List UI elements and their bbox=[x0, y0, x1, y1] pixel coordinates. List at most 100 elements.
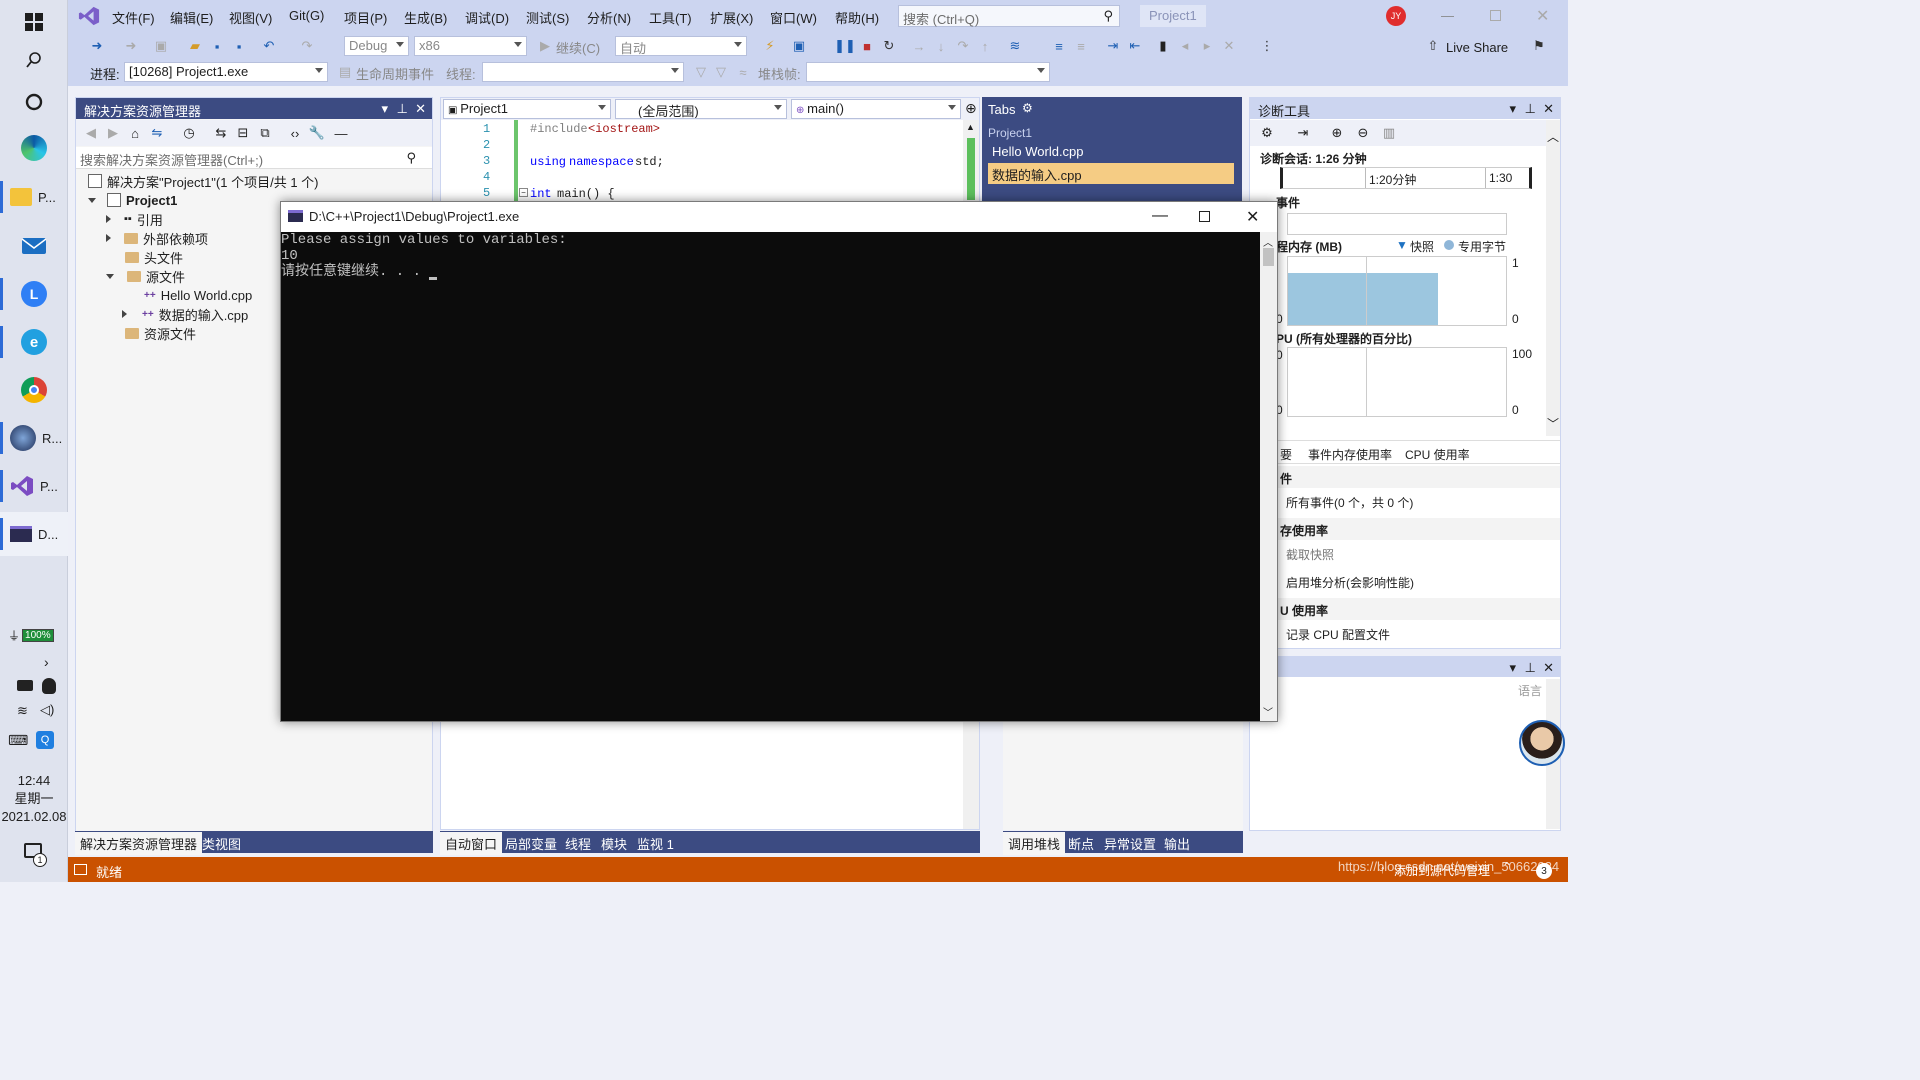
stack-frame-select[interactable] bbox=[806, 62, 1050, 82]
home-icon[interactable]: ⌂ bbox=[126, 124, 144, 142]
menu-tools[interactable]: 工具(T) bbox=[649, 8, 692, 27]
menu-view[interactable]: 视图(V) bbox=[229, 8, 272, 27]
redo-icon[interactable]: ↷ bbox=[298, 37, 316, 55]
step-out-icon[interactable]: ↑ bbox=[976, 37, 994, 55]
pin-icon[interactable]: ⊥ bbox=[397, 101, 408, 117]
tree-references[interactable]: ▪▪ 引用 bbox=[106, 210, 163, 228]
console-scrollbar[interactable]: ︿ ﹀ bbox=[1260, 232, 1277, 721]
tab-entry-hello-world[interactable]: Hello World.cpp bbox=[992, 144, 1084, 159]
menu-test[interactable]: 测试(S) bbox=[526, 8, 569, 27]
tab-watch-1[interactable]: 监视 1 bbox=[632, 832, 679, 855]
menu-analyze[interactable]: 分析(N) bbox=[587, 8, 631, 27]
tab-breakpoints[interactable]: 断点 bbox=[1063, 832, 1099, 855]
expand-arrow-icon[interactable] bbox=[122, 310, 127, 318]
threads-icon[interactable]: ≋ bbox=[1006, 37, 1024, 55]
settings-icon[interactable]: ⚙ bbox=[1022, 101, 1033, 115]
back-icon[interactable]: ➜ bbox=[88, 37, 106, 55]
timeline-ruler[interactable]: 1:20分钟 1:30 bbox=[1280, 167, 1532, 189]
volume-icon[interactable]: ◁) bbox=[40, 702, 54, 718]
new-item-icon[interactable]: ▣ bbox=[152, 37, 170, 55]
editor-scrollbar[interactable]: ▲ bbox=[963, 120, 979, 202]
flag-icon[interactable]: ≈ bbox=[734, 63, 752, 81]
chevron-right-icon[interactable]: › bbox=[44, 654, 49, 670]
next-bookmark-icon[interactable]: ▸ bbox=[1198, 37, 1216, 55]
tab-autos[interactable]: 自动窗口 bbox=[440, 832, 503, 855]
fold-toggle-icon[interactable]: − bbox=[519, 188, 528, 197]
play-icon[interactable]: ▶ bbox=[536, 37, 554, 55]
show-all-files-icon[interactable]: ⧉ bbox=[256, 124, 274, 142]
lark-icon[interactable]: L bbox=[0, 272, 68, 316]
take-snapshot-button[interactable]: 截取快照 bbox=[1286, 546, 1334, 563]
edge-icon[interactable] bbox=[0, 126, 68, 170]
step-over-icon[interactable]: ↷ bbox=[954, 37, 972, 55]
tree-project[interactable]: Project1 bbox=[88, 191, 177, 209]
tree-external-deps[interactable]: 外部依赖项 bbox=[106, 229, 208, 247]
qq-browser-icon[interactable]: Q bbox=[36, 731, 54, 749]
menu-window[interactable]: 窗口(W) bbox=[770, 8, 817, 27]
autos-scrollbar[interactable] bbox=[963, 721, 979, 829]
back-icon[interactable]: ◀ bbox=[82, 124, 100, 142]
chart-icon[interactable]: ▥ bbox=[1380, 124, 1398, 142]
tree-file-data-input[interactable]: ++ 数据的输入.cpp bbox=[122, 305, 248, 323]
maximize-icon[interactable] bbox=[1199, 211, 1210, 222]
live-share-button[interactable]: Live Share bbox=[1446, 40, 1508, 55]
settings-icon[interactable]: ⚙ bbox=[1258, 124, 1276, 142]
uncomment-icon[interactable]: ≡ bbox=[1072, 37, 1090, 55]
solution-search-input[interactable]: 搜索解决方案资源管理器(Ctrl+;) ⚲ bbox=[76, 147, 432, 169]
continue-button[interactable]: 继续(C) bbox=[556, 38, 600, 57]
tree-resources[interactable]: 资源文件 bbox=[125, 324, 196, 342]
close-icon[interactable]: ✕ bbox=[1246, 207, 1259, 227]
tree-headers[interactable]: 头文件 bbox=[125, 248, 183, 266]
taskbar-app-visual-studio[interactable]: P... bbox=[0, 464, 68, 508]
taskbar-app-r[interactable]: R... bbox=[0, 416, 68, 460]
feedback-icon[interactable]: ⚑ bbox=[1530, 37, 1548, 55]
record-cpu-profile-button[interactable]: 记录 CPU 配置文件 bbox=[1286, 626, 1390, 643]
collapse-arrow-icon[interactable] bbox=[88, 197, 96, 203]
show-next-statement-icon[interactable]: → bbox=[910, 37, 928, 55]
project-combo[interactable]: ▣ Project1 bbox=[443, 99, 611, 119]
comment-icon[interactable]: ≡ bbox=[1050, 37, 1068, 55]
all-events-link[interactable]: 所有事件(0 个，共 0 个) bbox=[1286, 494, 1413, 511]
dropdown-icon[interactable]: ▾ bbox=[381, 101, 388, 117]
notifications-badge[interactable]: 3 bbox=[1536, 863, 1552, 879]
menu-project[interactable]: 项目(P) bbox=[344, 8, 387, 27]
close-icon[interactable]: ✕ bbox=[415, 101, 426, 117]
tab-solution-explorer[interactable]: 解决方案资源管理器 bbox=[75, 832, 203, 855]
tab-call-stack[interactable]: 调用堆栈 bbox=[1003, 832, 1066, 855]
dropdown-icon[interactable]: ▾ bbox=[1509, 101, 1516, 117]
save-all-icon[interactable]: ▪ bbox=[230, 37, 248, 55]
scroll-down-icon[interactable]: ﹀ bbox=[1263, 704, 1273, 719]
filter-clear-icon[interactable]: ▽ bbox=[712, 63, 730, 81]
menu-extensions[interactable]: 扩展(X) bbox=[710, 8, 753, 27]
scroll-thumb[interactable] bbox=[1263, 248, 1274, 266]
pin-icon[interactable]: ⊥ bbox=[1525, 101, 1536, 117]
tab-output[interactable]: 输出 bbox=[1159, 832, 1195, 855]
forward-icon[interactable]: ▶ bbox=[104, 124, 122, 142]
filter-icon[interactable]: ▽ bbox=[692, 63, 710, 81]
tab-class-view[interactable]: 类视图 bbox=[197, 832, 246, 855]
tab-exception-settings[interactable]: 异常设置 bbox=[1099, 832, 1161, 855]
diagnostic-scrollbar[interactable]: ︿ ﹀ bbox=[1546, 120, 1560, 436]
user-avatar[interactable]: JY bbox=[1386, 6, 1406, 26]
assistant-avatar[interactable] bbox=[1519, 720, 1565, 766]
sync-icon[interactable]: ⇆ bbox=[212, 124, 230, 142]
tab-events[interactable]: 事件 bbox=[1308, 446, 1332, 463]
qq-icon[interactable] bbox=[42, 678, 56, 694]
tab-locals[interactable]: 局部变量 bbox=[500, 832, 562, 855]
tab-summary[interactable]: 要 bbox=[1280, 446, 1292, 463]
tree-file-hello-world[interactable]: ++ Hello World.cpp bbox=[144, 286, 252, 304]
scroll-down-icon[interactable]: ﹀ bbox=[1547, 415, 1559, 432]
ie-icon[interactable]: e bbox=[0, 320, 68, 364]
minimize-icon[interactable]: — bbox=[1441, 8, 1455, 23]
menu-build[interactable]: 生成(B) bbox=[404, 8, 447, 27]
function-combo[interactable]: ⊕ main() bbox=[791, 99, 961, 119]
auto-select[interactable]: 自动 bbox=[615, 36, 747, 56]
collapse-arrow-icon[interactable] bbox=[106, 273, 114, 279]
taskbar-app-explorer[interactable]: P... bbox=[0, 175, 68, 219]
tab-memory-usage[interactable]: 内存使用率 bbox=[1332, 446, 1392, 463]
add-to-source-control-button[interactable]: 添加到源代码管理 bbox=[1394, 862, 1490, 879]
close-icon[interactable]: ✕ bbox=[1543, 660, 1554, 676]
config-select[interactable]: Debug bbox=[344, 36, 409, 56]
save-icon[interactable]: ▪ bbox=[208, 37, 226, 55]
scroll-up-icon[interactable]: ▲ bbox=[966, 122, 975, 132]
